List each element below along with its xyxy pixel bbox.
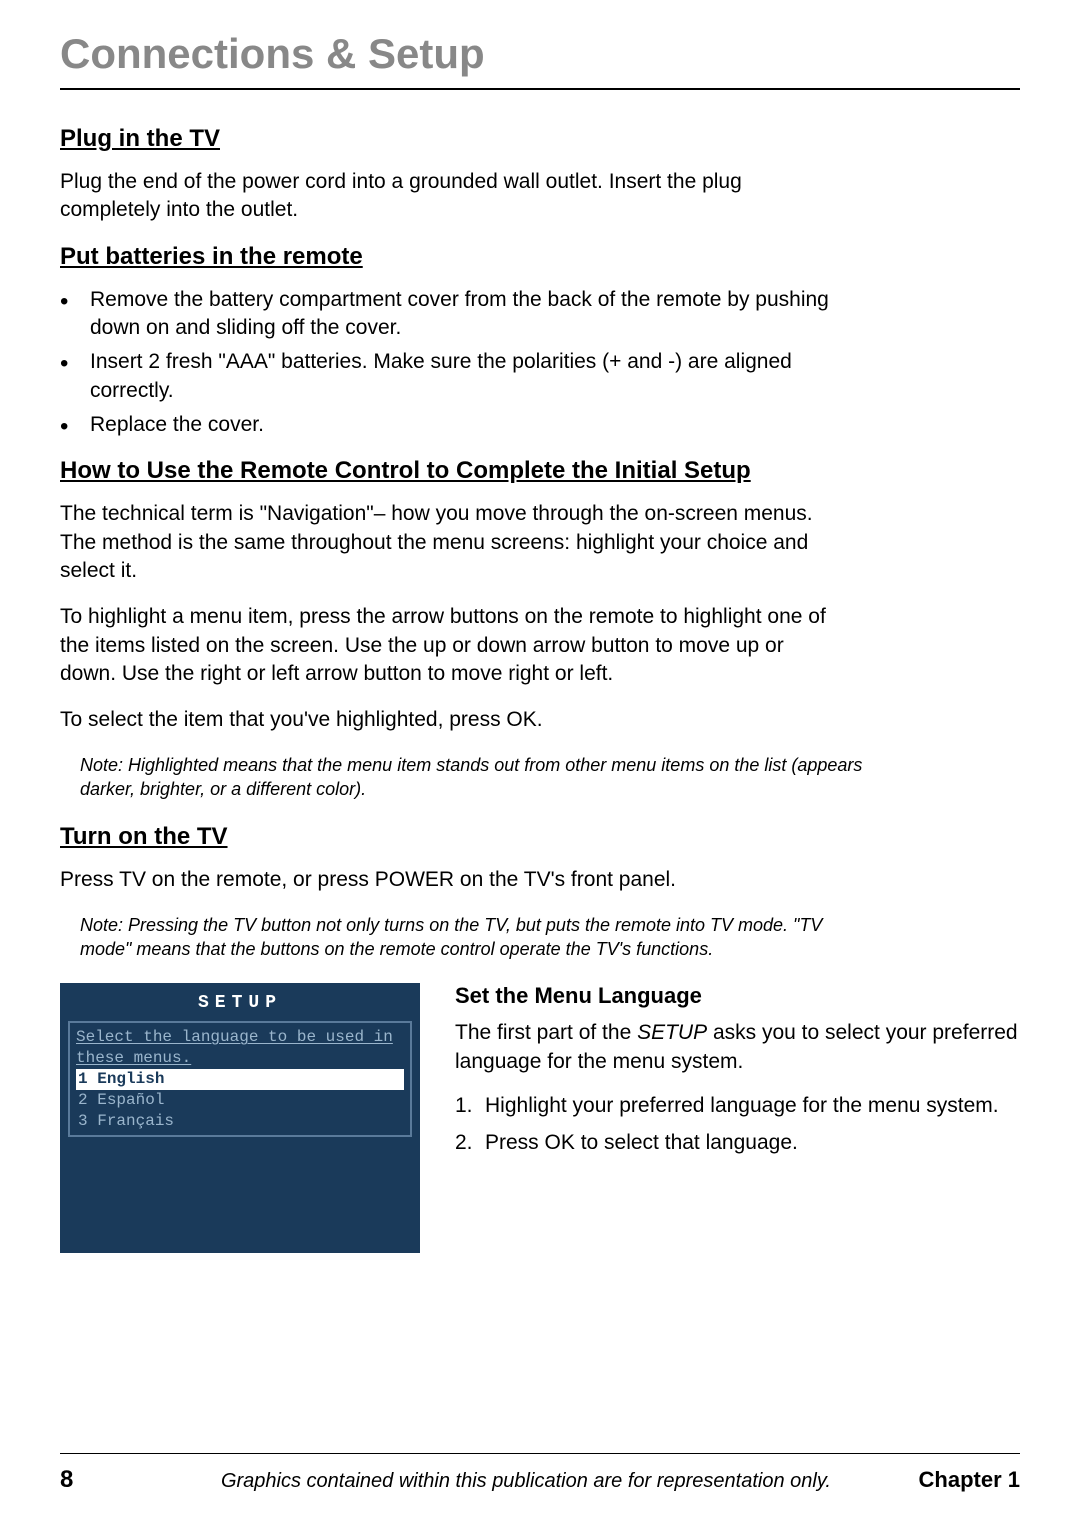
text-plug-in-tv: Plug the end of the power cord into a gr…: [60, 168, 840, 225]
menu-language-steps: 1.Highlight your preferred language for …: [455, 1091, 1020, 1158]
setup-option-espanol: 2 Español: [76, 1090, 404, 1111]
text-turn-on: Press TV on the remote, or press POWER o…: [60, 866, 840, 894]
text-navigation-intro: The technical term is "Navigation"– how …: [60, 500, 840, 585]
list-item: Replace the cover.: [60, 411, 840, 439]
batteries-list: Remove the battery compartment cover fro…: [60, 286, 840, 440]
setup-screen-inner: Select the language to be used in these …: [68, 1021, 412, 1137]
list-item: Remove the battery compartment cover fro…: [60, 286, 840, 343]
text-highlight-instructions: To highlight a menu item, press the arro…: [60, 603, 840, 688]
note-tv-mode: Note: Pressing the TV button not only tu…: [80, 913, 870, 962]
setup-instruction: Select the language to be used in these …: [76, 1027, 404, 1069]
text-menu-language-intro: The first part of the SETUP asks you to …: [455, 1019, 1020, 1076]
setup-option-francais: 3 Français: [76, 1111, 404, 1132]
heading-plug-in-tv: Plug in the TV: [60, 125, 1020, 153]
setup-screen-title: SETUP: [60, 983, 420, 1021]
footer-caption: Graphics contained within this publicati…: [133, 1470, 918, 1493]
setup-option-english: 1 English: [76, 1069, 404, 1090]
note-highlighted: Note: Highlighted means that the menu it…: [80, 753, 870, 802]
list-item: 2.Press OK to select that language.: [455, 1128, 1020, 1157]
list-item: Insert 2 fresh "AAA" batteries. Make sur…: [60, 348, 840, 405]
chapter-label: Chapter 1: [919, 1467, 1020, 1493]
setup-screen-preview: SETUP Select the language to be used in …: [60, 983, 420, 1253]
list-item: 1.Highlight your preferred language for …: [455, 1091, 1020, 1120]
heading-menu-language: Set the Menu Language: [455, 983, 1020, 1009]
heading-batteries: Put batteries in the remote: [60, 243, 1020, 271]
page-number: 8: [60, 1466, 73, 1494]
heading-turn-on-tv: Turn on the TV: [60, 823, 1020, 851]
page-title: Connections & Setup: [60, 30, 1020, 90]
page-footer: 8 Graphics contained within this publica…: [60, 1453, 1020, 1494]
text-select-instructions: To select the item that you've highlight…: [60, 706, 840, 734]
heading-remote-setup: How to Use the Remote Control to Complet…: [60, 457, 1020, 485]
